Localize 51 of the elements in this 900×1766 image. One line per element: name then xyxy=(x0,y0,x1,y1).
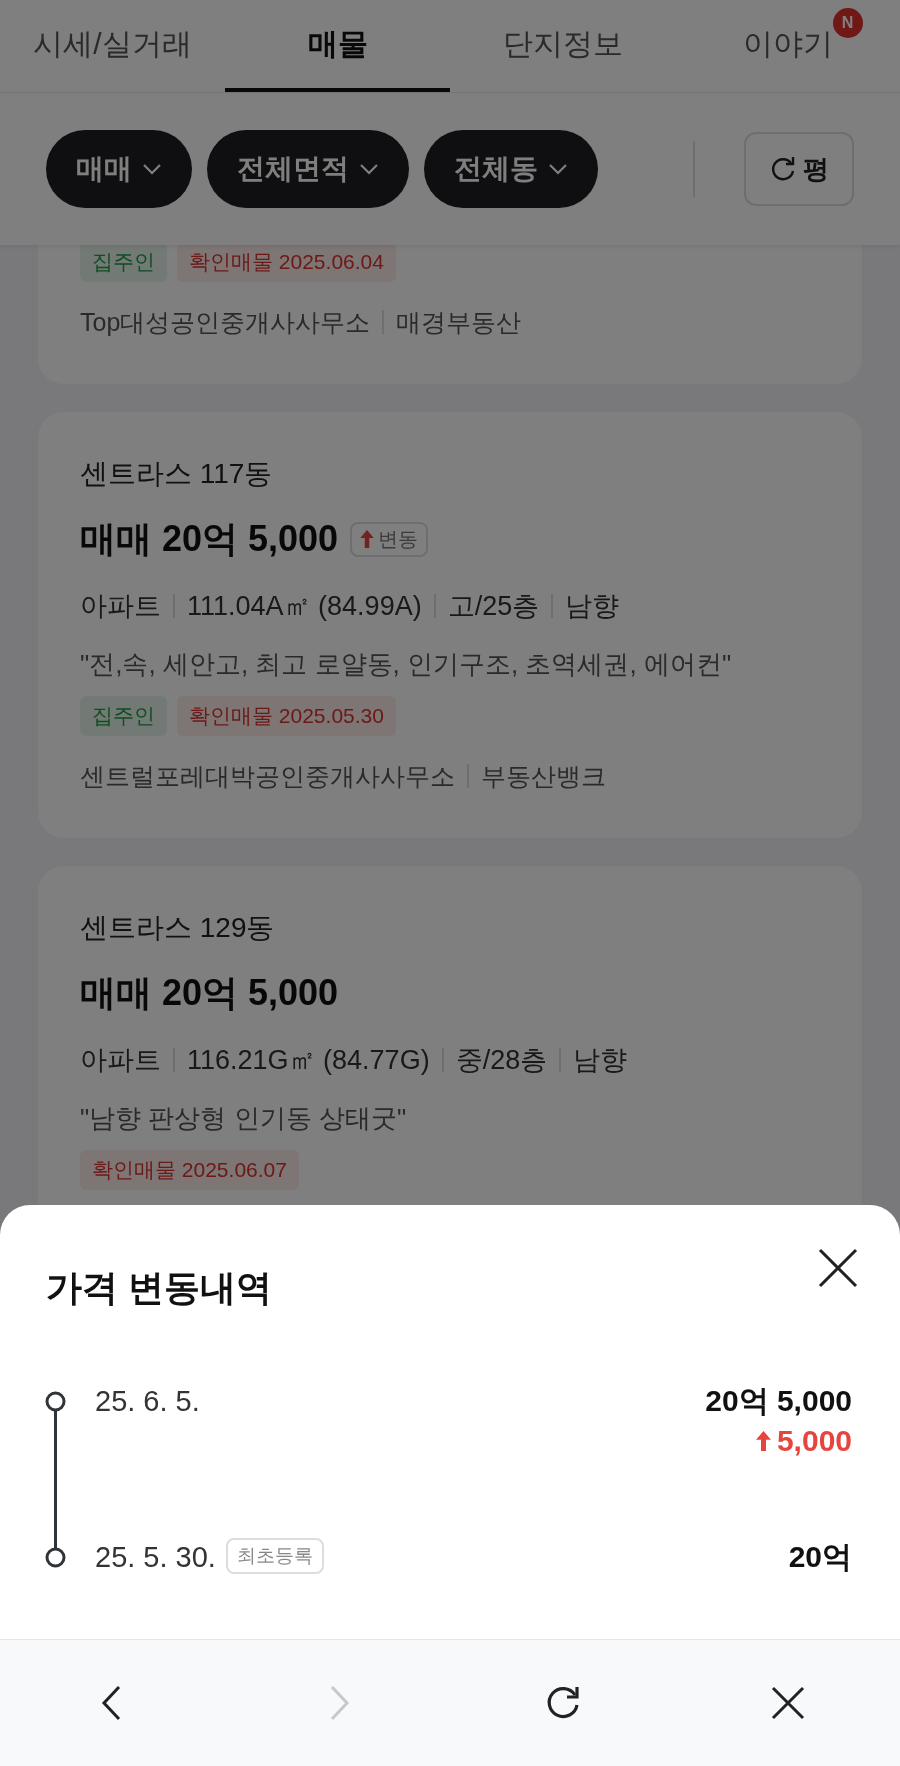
history-price: 20억 xyxy=(788,1539,852,1575)
close-icon xyxy=(816,1246,860,1290)
close-button[interactable] xyxy=(816,1246,860,1290)
up-arrow-icon xyxy=(755,1430,771,1452)
chevron-down-icon xyxy=(359,163,379,175)
filter-chip[interactable]: 전체면적 xyxy=(207,130,409,208)
listing-detail: 아파트 xyxy=(80,590,161,623)
listing-title: 센트라스 129동 xyxy=(80,911,276,945)
tab[interactable]: 이야기 N xyxy=(675,0,900,92)
history-date: 25. 6. 5. xyxy=(95,1384,200,1419)
first-listed-badge: 최초등록 xyxy=(225,1538,324,1574)
price-change-badge[interactable]: 변동 xyxy=(350,521,429,557)
new-badge: N xyxy=(832,7,863,38)
up-arrow-icon xyxy=(360,530,375,548)
confirmed-tag: 확인매물 2025.06.04 xyxy=(177,245,396,282)
listing-detail: 고/25층 xyxy=(447,590,540,623)
refresh-icon xyxy=(769,155,797,183)
agency-name: 매경부동산 xyxy=(396,307,522,338)
timeline-dot-icon xyxy=(44,1546,67,1569)
confirmed-tag: 확인매물 2025.06.07 xyxy=(80,1150,299,1190)
listing-detail: 111.04A㎡ (84.99A) xyxy=(187,590,422,623)
listing-price: 매매 20억 5,000 xyxy=(80,517,339,561)
sheet-title: 가격 변동내역 xyxy=(46,1266,272,1310)
chevron-down-icon xyxy=(548,163,568,175)
confirmed-tag: 확인매물 2025.05.30 xyxy=(177,696,396,736)
listing-card[interactable]: 집주인 확인매물 2025.06.04 Top대성공인중개사사무소 매경부동산 xyxy=(38,245,862,384)
listing-title: 센트라스 117동 xyxy=(80,457,274,491)
history-date: 25. 5. 30. xyxy=(95,1540,216,1575)
listing-detail: 남향 xyxy=(573,1044,628,1077)
agency-name: 센트럴포레대박공인중개사사무소 xyxy=(80,761,455,792)
unit-toggle-button[interactable]: 평 xyxy=(744,132,854,206)
listing-detail: 남향 xyxy=(565,590,620,623)
listing-price: 매매 20억 5,000 xyxy=(80,971,339,1015)
tab[interactable]: 시세/실거래 xyxy=(0,0,225,92)
listing-description: "전,속, 세안고, 최고 로얄동, 인기구조, 초역세권, 에어컨" xyxy=(80,648,733,681)
agency-name: 부동산뱅크 xyxy=(481,761,606,792)
filter-chip[interactable]: 매매 xyxy=(46,130,192,208)
timeline-dot-icon xyxy=(44,1390,67,1413)
price-change: 5,000 xyxy=(776,1423,852,1459)
listing-description: "남향 판상형 인기동 상태굿" xyxy=(80,1102,408,1135)
chevron-down-icon xyxy=(142,163,162,175)
listing-detail: 116.21G㎡ (84.77G) xyxy=(187,1044,430,1077)
listing-card[interactable]: 센트라스 117동 매매 20억 5,000 변동 아파트 111.04A㎡ (84.99A) 고/25층 남향 "전,속, 세안고, 최고 로얄동, 인기구조, 초역세권, 에어컨" 집주인 확인매물 2025.05.30 센트럴포레대박공인중개사사무소 부동산뱅크 xyxy=(38,412,862,838)
listing-detail: 중/28층 xyxy=(455,1044,548,1077)
listing-detail: 아파트 xyxy=(80,1044,161,1077)
tab[interactable]: 단지정보 xyxy=(450,0,675,92)
history-price: 20억 5,000 xyxy=(705,1383,852,1419)
agency-name: Top대성공인중개사사무소 xyxy=(80,307,371,338)
owner-tag: 집주인 xyxy=(80,245,167,282)
owner-tag: 집주인 xyxy=(80,696,167,736)
filter-chip[interactable]: 전체동 xyxy=(424,130,598,208)
